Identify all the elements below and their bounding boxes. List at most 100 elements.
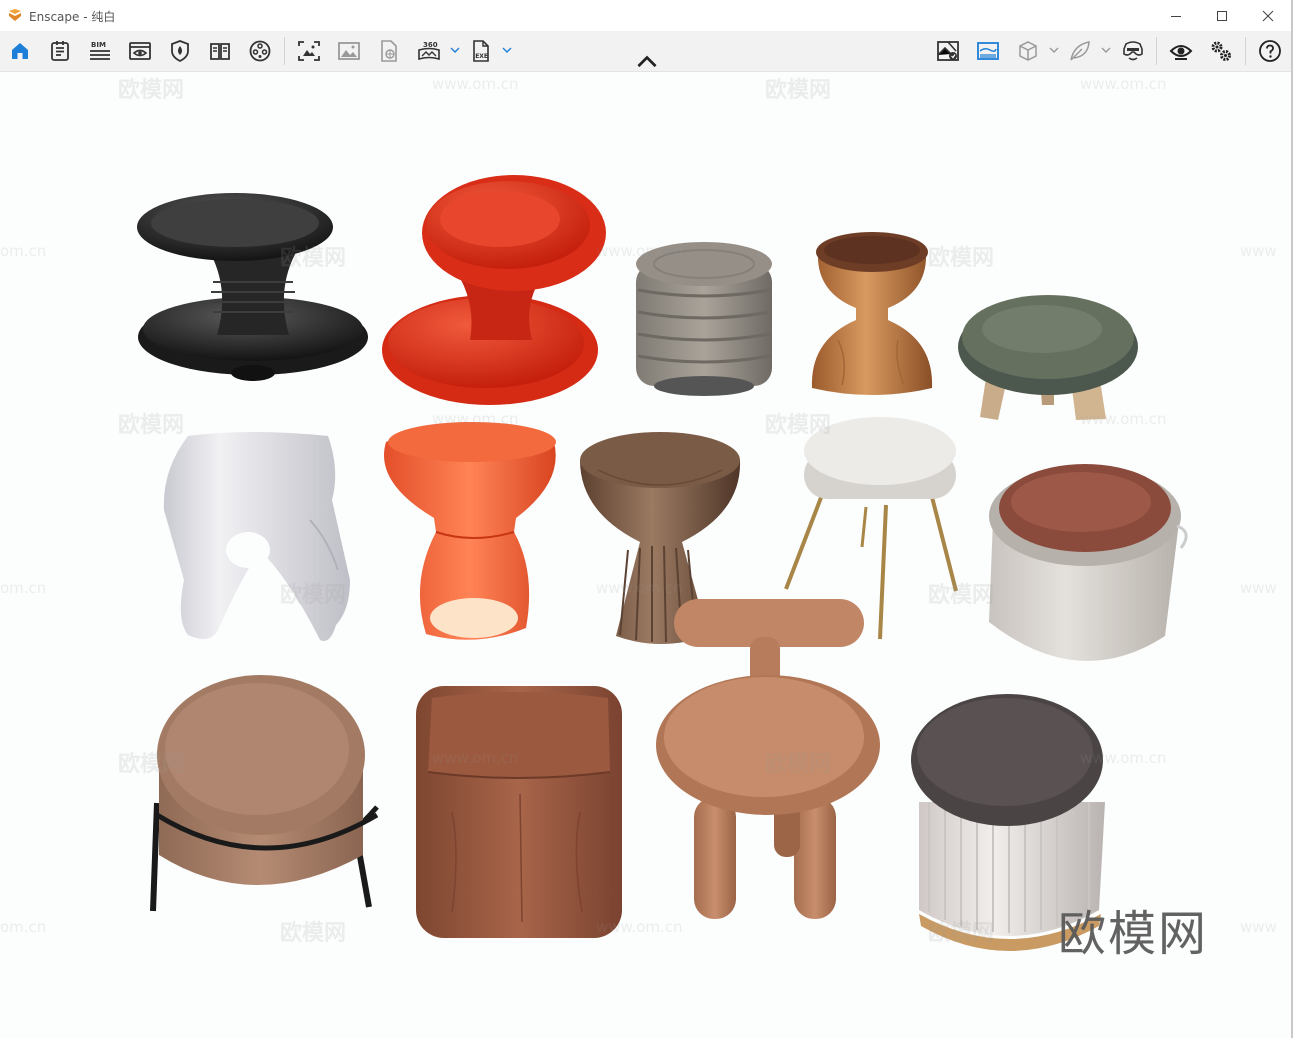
- book-button[interactable]: [205, 36, 235, 66]
- watermark-text: 欧模网: [118, 752, 185, 777]
- watermark-text: 欧模网: [280, 583, 347, 608]
- title-bar: Enscape - 纯白: [0, 0, 1293, 31]
- cube-icon: [1019, 41, 1037, 61]
- watermark-text: 欧模网: [928, 921, 995, 946]
- screenshot-icon: [298, 41, 320, 61]
- map-sync-icon: [937, 41, 959, 61]
- maximize-icon: [1217, 10, 1227, 21]
- render-style-button[interactable]: [1065, 36, 1095, 66]
- svg-text:BIM: BIM: [91, 41, 106, 49]
- home-button[interactable]: [5, 36, 35, 66]
- panorama-dropdown[interactable]: [450, 43, 460, 57]
- view-management-button[interactable]: [125, 36, 155, 66]
- chevron-up-icon: [637, 55, 657, 68]
- chevron-down-icon: [450, 47, 460, 53]
- help-icon: [1259, 40, 1281, 62]
- capture-view-button[interactable]: [973, 36, 1003, 66]
- exe-file-icon: EXE: [473, 40, 489, 62]
- leaf-icon: [1070, 41, 1090, 61]
- sync-views-button[interactable]: [933, 36, 963, 66]
- enscape-toolbar: BIM 360 EXE: [0, 31, 1291, 72]
- file-globe-icon: [381, 40, 397, 62]
- watermark-text: 欧模网: [928, 583, 995, 608]
- panorama-360-icon: 360: [418, 41, 440, 61]
- home-icon: [12, 43, 28, 59]
- collapse-toolbar-button[interactable]: [632, 53, 662, 69]
- tan-round-ottoman-black-frame: [145, 675, 385, 915]
- watermark-url: www.om.cn: [432, 75, 519, 93]
- cube-view-dropdown[interactable]: [1049, 43, 1059, 57]
- render-viewport[interactable]: 欧模网 www.om.cn 欧模网 www.om.cn om.cn 欧模网 ww…: [0, 72, 1291, 1038]
- brand-watermark: 欧模网: [1058, 906, 1209, 962]
- leather-lid-pouf: [985, 462, 1195, 677]
- gears-icon: [1211, 41, 1231, 61]
- chevron-down-icon: [502, 47, 512, 53]
- bim-info-button[interactable]: BIM: [85, 36, 115, 66]
- chevron-down-icon: [1101, 47, 1111, 53]
- book-icon: [210, 43, 230, 60]
- watermark-text: 欧模网: [280, 921, 347, 946]
- watermark-url: om.cn: [0, 242, 47, 260]
- film-reel-icon: [249, 40, 271, 62]
- web-export-button[interactable]: [374, 36, 404, 66]
- sky-image-icon: [977, 42, 999, 60]
- close-icon: [1262, 10, 1274, 21]
- watermark-url: www.om.cn: [1080, 410, 1167, 428]
- watermark-text: 欧模网: [928, 246, 995, 271]
- eye-icon: [1169, 45, 1193, 60]
- watermark-url: om.cn: [0, 918, 47, 936]
- watermark-url: www.om.cn: [432, 410, 519, 428]
- render-style-dropdown[interactable]: [1101, 43, 1111, 57]
- wood-hourglass-stool: [808, 230, 938, 400]
- brown-leather-cube: [412, 682, 624, 940]
- bim-icon: BIM: [90, 41, 110, 60]
- red-spinning-stool: [382, 175, 606, 410]
- material-editor-button[interactable]: [165, 36, 195, 66]
- maximize-button[interactable]: [1199, 0, 1245, 31]
- enscape-logo-icon: [9, 9, 21, 21]
- toolbar-separator: [1245, 37, 1246, 65]
- watermark-url: om.cn: [0, 579, 47, 597]
- batch-render-button[interactable]: [334, 36, 364, 66]
- watermark-url: www: [1240, 579, 1277, 597]
- white-sculpted-stool: [160, 430, 355, 645]
- watermark-url: www.om.cn: [596, 918, 683, 936]
- screenshot-button[interactable]: [294, 36, 324, 66]
- toolbar-separator: [1156, 37, 1157, 65]
- minimize-icon: [1171, 15, 1181, 17]
- watermark-url: www.om.cn: [1080, 749, 1167, 767]
- image-icon: [338, 42, 360, 60]
- cube-view-button[interactable]: [1013, 36, 1043, 66]
- close-button[interactable]: [1245, 0, 1291, 31]
- vr-headset-icon: [1123, 41, 1143, 61]
- watermark-url: www.om.cn: [432, 749, 519, 767]
- watermark-url: www.om.cn: [596, 242, 683, 260]
- watermark-text: 欧模网: [118, 413, 185, 438]
- watermark-text: 欧模网: [765, 752, 832, 777]
- vr-headset-button[interactable]: [1118, 36, 1148, 66]
- shield-drop-icon: [171, 40, 189, 63]
- chevron-down-icon: [1049, 47, 1059, 53]
- asset-library-button[interactable]: [45, 36, 75, 66]
- watermark-text: 欧模网: [280, 246, 347, 271]
- orange-translucent-stool: [376, 412, 562, 652]
- panorama-button[interactable]: 360: [414, 36, 444, 66]
- minimize-button[interactable]: [1153, 0, 1199, 31]
- eye-window-icon: [129, 42, 151, 60]
- watermark-url: www.om.cn: [1080, 75, 1167, 93]
- watermark-text: 欧模网: [765, 413, 832, 438]
- svg-text:EXE: EXE: [475, 53, 488, 60]
- general-settings-button[interactable]: [1206, 36, 1236, 66]
- export-dropdown[interactable]: [502, 43, 512, 57]
- watermark-url: www.om.cn: [596, 579, 683, 597]
- video-editor-button[interactable]: [245, 36, 275, 66]
- help-button[interactable]: [1255, 36, 1285, 66]
- visual-settings-button[interactable]: [1166, 36, 1196, 66]
- green-upholstered-footstool: [958, 285, 1140, 425]
- watermark-text: 欧模网: [765, 78, 832, 103]
- watermark-text: 欧模网: [118, 78, 185, 103]
- export-exe-button[interactable]: EXE: [466, 36, 496, 66]
- notes-icon: [51, 41, 69, 61]
- watermark-url: www: [1240, 242, 1277, 260]
- toolbar-separator: [284, 37, 285, 65]
